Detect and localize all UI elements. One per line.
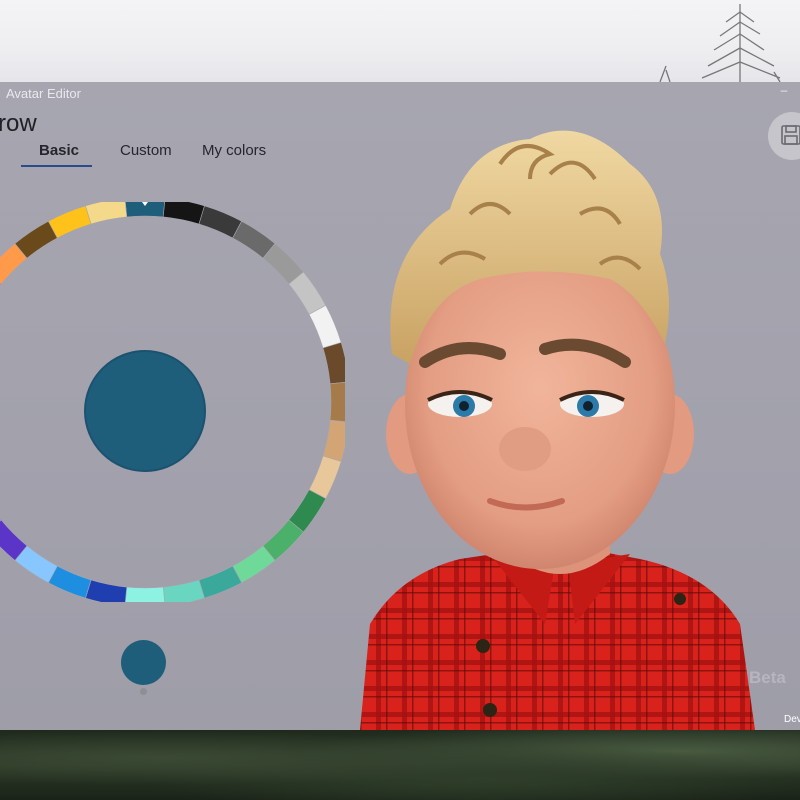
minimize-button[interactable]: – (776, 84, 792, 100)
desktop-wallpaper-top (0, 0, 800, 82)
tree-silhouette (659, 4, 781, 82)
color-swatch[interactable] (162, 579, 205, 602)
color-swatch[interactable] (85, 202, 128, 225)
color-swatch[interactable] (47, 205, 92, 239)
page-title: rrow (0, 110, 37, 137)
beta-label: Beta (749, 668, 786, 687)
color-swatch[interactable] (162, 202, 205, 225)
desktop-wallpaper-bottom (0, 730, 800, 800)
title-bar: Avatar Editor – (0, 82, 800, 104)
current-color-swatch[interactable] (121, 640, 166, 685)
dev-label: Dev (784, 714, 800, 725)
tab-custom[interactable]: Custom (120, 142, 172, 159)
color-swatch[interactable] (198, 565, 243, 599)
selected-color-preview (84, 350, 206, 472)
page-indicator-dot (140, 688, 147, 695)
app-title: Avatar Editor (6, 86, 81, 101)
color-swatch[interactable] (308, 304, 342, 349)
avatar-preview[interactable] (340, 104, 800, 730)
tab-basic[interactable]: Basic (39, 142, 79, 159)
color-swatch[interactable] (85, 579, 128, 602)
avatar-editor-window: Avatar Editor – rrow Basic Custom My col… (0, 82, 800, 730)
tab-my-colors[interactable]: My colors (202, 142, 266, 159)
selected-tab-indicator (21, 165, 92, 167)
color-swatch[interactable] (124, 586, 166, 602)
